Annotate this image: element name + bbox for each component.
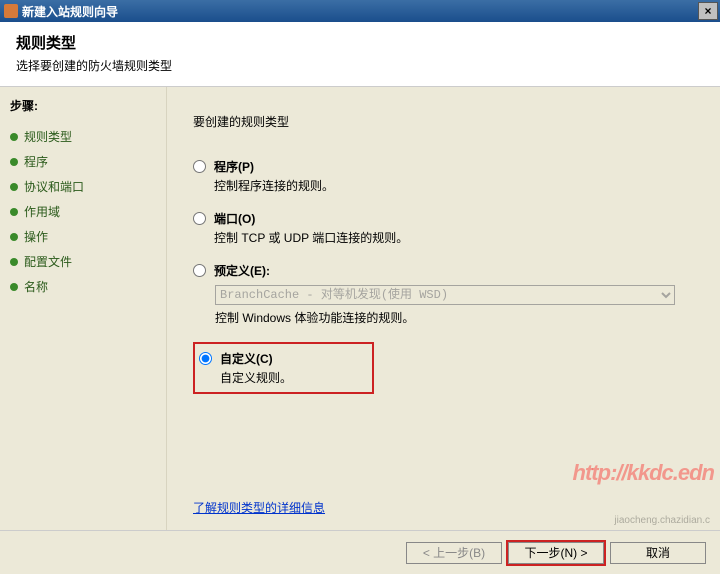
predefined-dropdown-wrap: BranchCache - 对等机发现(使用 WSD) bbox=[215, 285, 675, 305]
bullet-icon bbox=[10, 208, 18, 216]
cancel-button[interactable]: 取消 bbox=[610, 542, 706, 564]
step-profile[interactable]: 配置文件 bbox=[10, 249, 158, 274]
wizard-footer: < 上一步(B) 下一步(N) > 取消 bbox=[0, 530, 720, 574]
step-label: 规则类型 bbox=[24, 128, 72, 145]
bullet-icon bbox=[10, 183, 18, 191]
option-title: 预定义(E): bbox=[214, 262, 702, 279]
step-label: 配置文件 bbox=[24, 253, 72, 270]
close-button[interactable]: × bbox=[698, 2, 718, 20]
next-button[interactable]: 下一步(N) > bbox=[508, 542, 604, 564]
step-protocol-ports[interactable]: 协议和端口 bbox=[10, 174, 158, 199]
bullet-icon bbox=[10, 283, 18, 291]
radio-port[interactable] bbox=[193, 212, 206, 225]
option-desc: 控制 TCP 或 UDP 端口连接的规则。 bbox=[214, 229, 702, 246]
option-predefined[interactable]: 预定义(E): bbox=[193, 262, 702, 279]
option-desc: 控制程序连接的规则。 bbox=[214, 177, 702, 194]
step-label: 操作 bbox=[24, 228, 48, 245]
option-port[interactable]: 端口(O) 控制 TCP 或 UDP 端口连接的规则。 bbox=[193, 210, 702, 246]
page-title: 规则类型 bbox=[16, 32, 704, 53]
step-label: 作用域 bbox=[24, 203, 60, 220]
option-custom[interactable]: 自定义(C) 自定义规则。 bbox=[199, 350, 292, 386]
content-panel: 要创建的规则类型 程序(P) 控制程序连接的规则。 端口(O) 控制 TCP 或… bbox=[166, 87, 720, 530]
step-name[interactable]: 名称 bbox=[10, 274, 158, 299]
step-label: 协议和端口 bbox=[24, 178, 84, 195]
bullet-icon bbox=[10, 233, 18, 241]
predefined-select[interactable]: BranchCache - 对等机发现(使用 WSD) bbox=[215, 285, 675, 305]
bullet-icon bbox=[10, 158, 18, 166]
title-bar: 新建入站规则向导 × bbox=[0, 0, 720, 22]
option-title: 自定义(C) bbox=[220, 350, 292, 367]
page-subtitle: 选择要创建的防火墙规则类型 bbox=[16, 57, 704, 74]
predefined-desc: 控制 Windows 体验功能连接的规则。 bbox=[215, 309, 702, 326]
option-program[interactable]: 程序(P) 控制程序连接的规则。 bbox=[193, 158, 702, 194]
steps-sidebar: 步骤: 规则类型 程序 协议和端口 作用域 操作 配置文件 名称 bbox=[0, 87, 166, 530]
step-action[interactable]: 操作 bbox=[10, 224, 158, 249]
steps-label: 步骤: bbox=[10, 97, 158, 114]
radio-custom[interactable] bbox=[199, 352, 212, 365]
app-icon bbox=[4, 4, 18, 18]
option-title: 程序(P) bbox=[214, 158, 702, 175]
option-custom-highlight: 自定义(C) 自定义规则。 bbox=[193, 342, 374, 394]
bullet-icon bbox=[10, 133, 18, 141]
wizard-header: 规则类型 选择要创建的防火墙规则类型 bbox=[0, 22, 720, 87]
option-desc: 自定义规则。 bbox=[220, 369, 292, 386]
radio-program[interactable] bbox=[193, 160, 206, 173]
step-label: 名称 bbox=[24, 278, 48, 295]
step-label: 程序 bbox=[24, 153, 48, 170]
step-program[interactable]: 程序 bbox=[10, 149, 158, 174]
step-rule-type[interactable]: 规则类型 bbox=[10, 124, 158, 149]
question-text: 要创建的规则类型 bbox=[193, 113, 702, 130]
option-title: 端口(O) bbox=[214, 210, 702, 227]
window-title: 新建入站规则向导 bbox=[22, 3, 698, 20]
radio-predefined[interactable] bbox=[193, 264, 206, 277]
learn-more-link[interactable]: 了解规则类型的详细信息 bbox=[193, 499, 325, 516]
step-scope[interactable]: 作用域 bbox=[10, 199, 158, 224]
back-button[interactable]: < 上一步(B) bbox=[406, 542, 502, 564]
bullet-icon bbox=[10, 258, 18, 266]
